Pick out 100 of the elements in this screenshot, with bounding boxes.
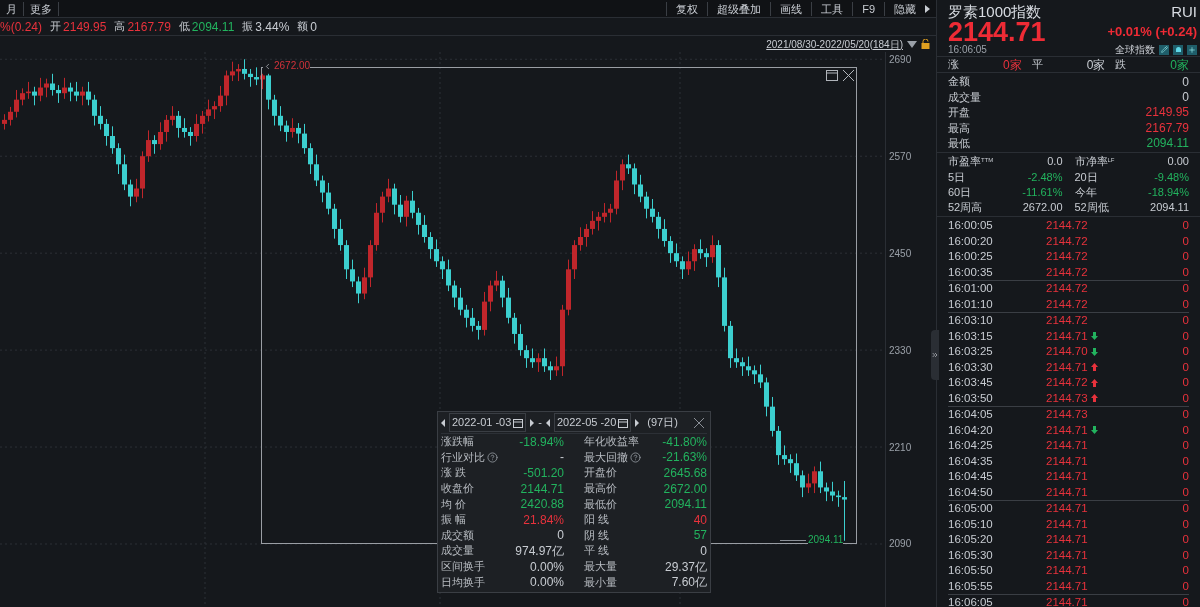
bell-icon[interactable] [1173,44,1183,55]
stat-value: 2672.00 [663,482,707,495]
metric-value: -18.94% [1148,184,1189,200]
candlestick [458,287,463,316]
candlestick [734,347,739,369]
candlestick [296,122,301,144]
calendar-icon[interactable] [513,417,524,428]
candlestick [476,320,481,341]
toolbar-button[interactable]: 超级叠加 [707,1,771,16]
candlestick [38,77,43,102]
tick-price: 2144.71 [1046,563,1088,579]
tick-volume: 0 [1182,359,1189,375]
date-field[interactable]: 2022-01 -03 [449,413,527,432]
collapse-handle[interactable] [931,330,939,380]
metric-value: 2094.11 [1150,200,1189,216]
candlestick [320,175,325,203]
toolbar-tab[interactable]: 更多 [24,1,59,16]
pencil-icon[interactable] [1159,44,1169,55]
quote-value: 0 [1182,89,1189,107]
candlestick [470,307,475,333]
maximize-icon[interactable] [826,70,838,81]
candlestick [422,214,427,244]
candlestick [746,356,751,377]
candlestick [752,364,757,385]
caret-icon[interactable] [925,4,930,13]
arrow-left-icon[interactable] [441,418,445,427]
tick-volume: 0 [1182,313,1189,329]
candlestick [824,482,829,502]
help-icon[interactable] [630,451,641,463]
toolbar-button[interactable]: 工具 [811,1,853,16]
toolbar-button[interactable]: 隐藏 [884,1,925,16]
arrow-left-icon[interactable] [546,418,550,427]
tick-volume: 0 [1182,281,1189,297]
candlestick [548,360,553,381]
plus-icon[interactable] [1187,44,1197,55]
quote-time: 16:06:05 [948,43,987,57]
candlestick [8,106,13,127]
help-icon[interactable] [487,451,498,463]
quote-value: 2094.11 [1146,135,1189,153]
candlestick [188,126,193,147]
axis-label: 2570 [889,150,912,162]
tick-time: 16:03:30 [948,359,994,375]
quote-value: 3.44% [255,18,290,36]
tick-price: 2144.71 [1046,359,1088,375]
stat-label: 均 价 [441,498,467,510]
toolbar-tab[interactable]: 月 [0,1,24,16]
metric-value: -2.48% [1027,169,1063,185]
candlestick [626,154,631,175]
quote-label: 最高 [948,120,970,136]
candlestick [602,202,607,223]
tick-volume: 0 [1182,469,1189,485]
quote-label: 额 [297,19,309,35]
candlestick [302,123,307,155]
close-icon[interactable] [693,416,705,429]
breadth-count: 0家 [1003,56,1022,74]
candlestick [530,347,535,369]
candlestick [308,142,313,175]
tick-price: 2144.71 [1046,501,1088,517]
candlestick [386,178,391,203]
tick-price: 2144.73 [1046,407,1088,423]
stat-label: 行业对比 [441,451,485,463]
arrow-right-icon[interactable] [530,418,535,427]
candlestick [842,480,847,542]
date-field[interactable]: 2022-05 -20 [554,413,632,432]
stat-value: 7.60亿 [671,576,707,589]
quote-label: 成交量 [948,89,981,105]
tick-time: 16:00:05 [948,218,994,234]
toolbar-button[interactable]: 复权 [666,1,708,16]
tick-volume: 0 [1182,233,1189,249]
candlestick [242,58,247,80]
tick-price: 2144.72 [1046,264,1088,280]
lock-icon[interactable] [921,39,930,49]
candlestick [392,183,397,215]
candlestick [92,94,97,127]
tick-time: 16:03:50 [948,390,994,406]
close-icon[interactable] [842,69,855,82]
candlestick [542,347,547,373]
date-range-link[interactable]: 2021/08/30-2022/05/20(184日) [766,36,903,52]
stat-value: 29.37亿 [664,560,707,573]
calendar-icon[interactable] [618,417,629,428]
candlestick [206,99,211,122]
candlestick [692,243,697,272]
tick-volume: 0 [1182,390,1189,406]
tick-price: 2144.71 [1046,484,1088,500]
toolbar-button[interactable]: F9 [852,1,884,16]
candlestick [182,117,187,139]
stat-value: 2144.71 [520,482,564,495]
axis-label: 2090 [889,538,912,550]
stat-label: 最小量 [584,576,617,588]
range-separator: - [538,415,542,431]
toolbar-button[interactable]: 画线 [770,1,812,16]
breadth-count: 0家 [1086,56,1106,74]
global-index-link[interactable]: 全球指数 [1115,42,1155,57]
candlestick [86,81,91,106]
quote-value: %(0.24) [0,18,43,36]
candlestick [434,238,439,268]
candlestick [794,453,799,482]
breadth-label: 跌 [1115,56,1127,72]
arrow-right-icon[interactable] [635,418,640,427]
tick-time: 16:01:10 [948,296,994,312]
